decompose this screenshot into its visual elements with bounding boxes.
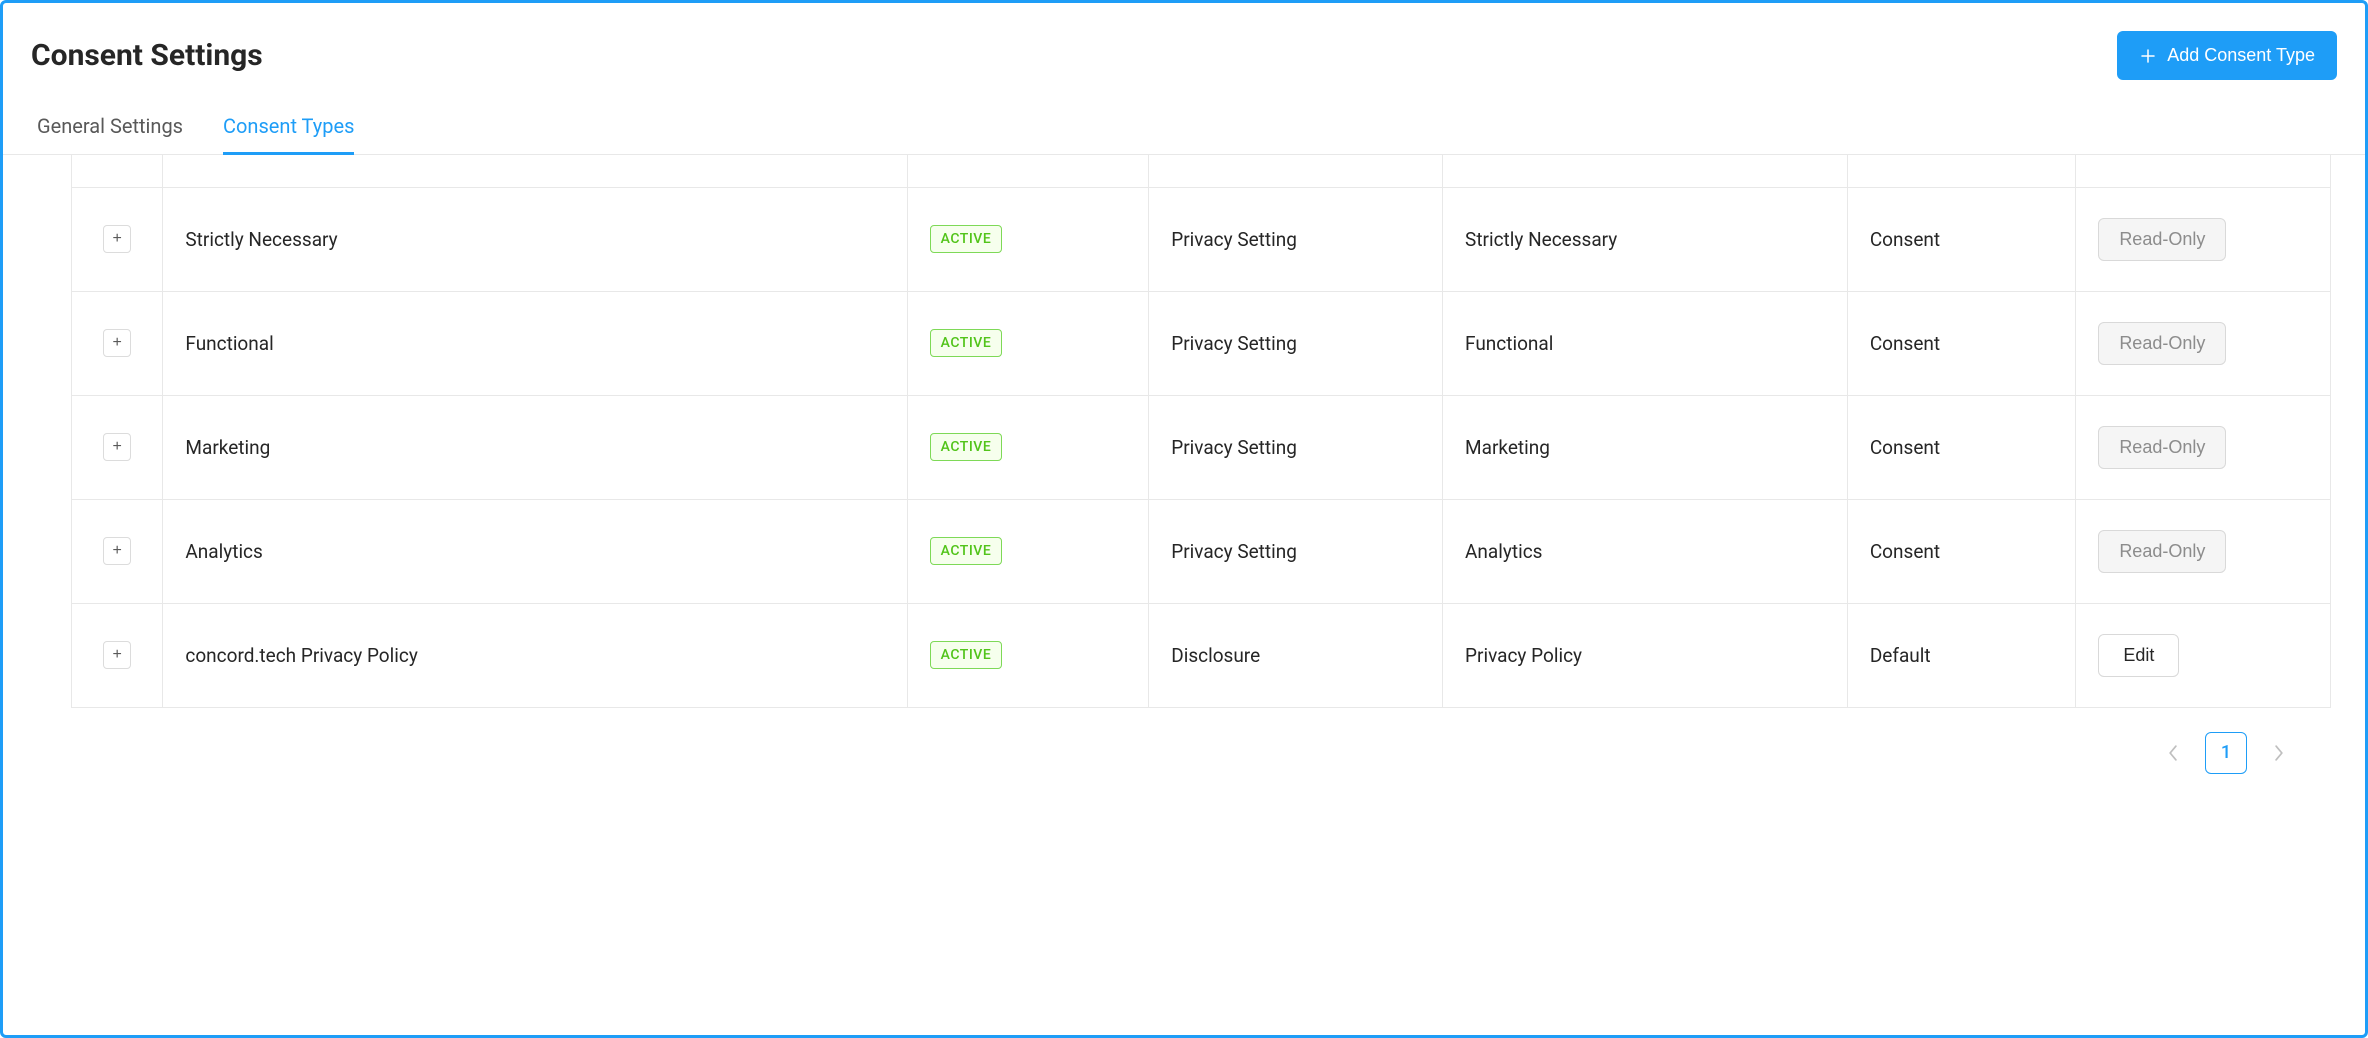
chevron-left-icon: [2167, 745, 2179, 761]
edit-button[interactable]: Edit: [2098, 634, 2179, 677]
add-consent-type-button[interactable]: Add Consent Type: [2117, 31, 2337, 80]
cell-basis: Consent: [1847, 291, 2076, 395]
tab-consent-types[interactable]: Consent Types: [223, 114, 354, 155]
status-badge: ACTIVE: [930, 225, 1003, 253]
status-badge: ACTIVE: [930, 641, 1003, 669]
table-row: + Functional ACTIVE Privacy Setting Func…: [72, 291, 2331, 395]
status-badge: ACTIVE: [930, 537, 1003, 565]
table-row: + concord.tech Privacy Policy ACTIVE Dis…: [72, 603, 2331, 707]
readonly-button: Read-Only: [2098, 426, 2226, 469]
cell-category: Privacy Setting: [1149, 395, 1443, 499]
cell-category: Privacy Setting: [1149, 291, 1443, 395]
plus-icon: [2139, 47, 2157, 65]
status-badge: ACTIVE: [930, 433, 1003, 461]
cell-name: concord.tech Privacy Policy: [163, 603, 907, 707]
tab-general-settings[interactable]: General Settings: [37, 114, 183, 154]
pagination-next-button[interactable]: [2261, 735, 2297, 771]
expand-row-button[interactable]: +: [103, 433, 131, 461]
table-row: + Marketing ACTIVE Privacy Setting Marke…: [72, 395, 2331, 499]
cell-basis: Default: [1847, 603, 2076, 707]
cell-name: Strictly Necessary: [163, 187, 907, 291]
cell-category: Privacy Setting: [1149, 499, 1443, 603]
cell-subcategory: Strictly Necessary: [1443, 187, 1848, 291]
page-title: Consent Settings: [31, 38, 263, 73]
pagination: 1: [3, 708, 2365, 798]
cell-basis: Consent: [1847, 395, 2076, 499]
expand-row-button[interactable]: +: [103, 225, 131, 253]
chevron-right-icon: [2273, 745, 2285, 761]
readonly-button: Read-Only: [2098, 322, 2226, 365]
add-button-label: Add Consent Type: [2167, 45, 2315, 66]
consent-types-table: + Strictly Necessary ACTIVE Privacy Sett…: [71, 155, 2331, 708]
cell-subcategory: Functional: [1443, 291, 1848, 395]
cell-category: Disclosure: [1149, 603, 1443, 707]
cell-subcategory: Privacy Policy: [1443, 603, 1848, 707]
cell-subcategory: Marketing: [1443, 395, 1848, 499]
readonly-button: Read-Only: [2098, 218, 2226, 261]
expand-row-button[interactable]: +: [103, 641, 131, 669]
cell-category: Privacy Setting: [1149, 187, 1443, 291]
cell-basis: Consent: [1847, 499, 2076, 603]
expand-row-button[interactable]: +: [103, 329, 131, 357]
cell-name: Analytics: [163, 499, 907, 603]
readonly-button: Read-Only: [2098, 530, 2226, 573]
cell-subcategory: Analytics: [1443, 499, 1848, 603]
expand-row-button[interactable]: +: [103, 537, 131, 565]
cell-basis: Consent: [1847, 187, 2076, 291]
status-badge: ACTIVE: [930, 329, 1003, 357]
tabs: General Settings Consent Types: [3, 88, 2365, 155]
table-row: + Analytics ACTIVE Privacy Setting Analy…: [72, 499, 2331, 603]
pagination-prev-button[interactable]: [2155, 735, 2191, 771]
cell-name: Marketing: [163, 395, 907, 499]
table-spacer-row: [72, 155, 2331, 187]
pagination-page-1[interactable]: 1: [2205, 732, 2247, 774]
table-row: + Strictly Necessary ACTIVE Privacy Sett…: [72, 187, 2331, 291]
cell-name: Functional: [163, 291, 907, 395]
